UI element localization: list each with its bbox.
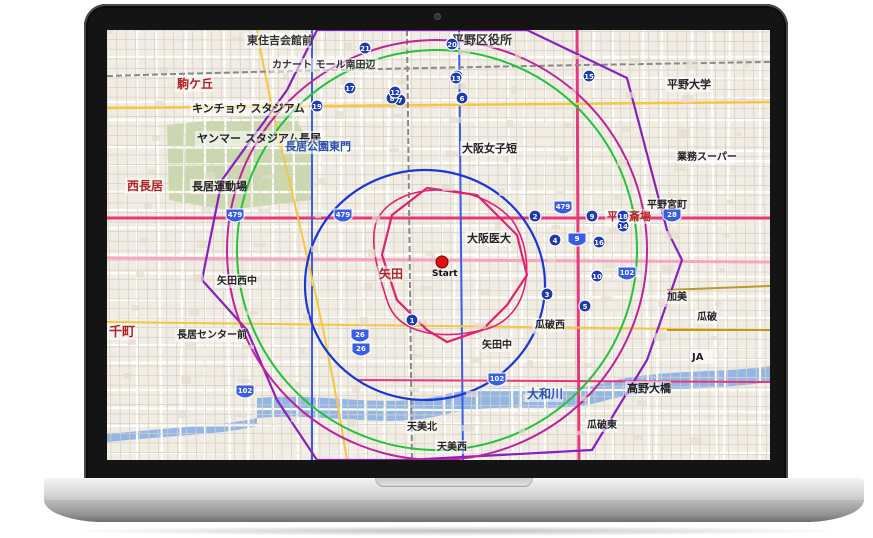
place-label: 矢田 [379,266,403,281]
place-label: 矢田西中 [217,274,257,287]
station-number: 14 [618,223,628,231]
place-label: 高野大橋 [627,381,672,395]
station-number: 6 [460,95,465,103]
laptop-base [44,478,864,532]
station-marker[interactable]: 4 [548,233,562,247]
station-number: 2 [533,213,538,221]
route-badge-label: 102 [620,269,635,277]
station-number: 19 [312,103,322,111]
route-badge-label: 26 [355,331,365,339]
place-label: 瓜破東 [587,418,617,431]
route-badge: 102 [487,372,507,387]
place-label: 千町 [109,324,135,340]
station-number: 1 [410,317,415,325]
place-label: 大阪女子短 [462,141,517,155]
laptop-mockup: 東住吉会館前 平野区役所 カナート モール南田辺 駒ケ丘 キンチョウ スタジアム ヤンマー… [0,0,873,538]
station-number: 5 [583,303,588,311]
station-marker[interactable]: 20 [445,37,459,51]
place-label: 東住吉会館前 [247,33,313,47]
start-dot[interactable] [435,255,449,269]
route-badge: 479 [553,200,573,215]
station-marker[interactable]: 13 [449,71,463,85]
place-label: JA [691,352,704,363]
place-label: 長居センター前 [177,328,247,341]
station-marker[interactable]: 1 [405,313,419,327]
station-marker[interactable]: 3 [540,287,554,301]
station-number: 3 [545,291,550,299]
place-label: 駒ケ丘 [177,76,213,91]
route-badge-label: 479 [556,203,571,211]
place-label: キンチョウ スタジアム [192,102,305,115]
route-badge: 28 [662,208,682,223]
station-number: 18 [618,213,628,221]
station-number: 21 [360,45,370,53]
place-label: 加美 [666,290,688,303]
drop-shadow [60,526,850,536]
station-marker[interactable]: 10 [590,269,604,283]
place-label: 天美西 [437,440,467,453]
station-marker[interactable]: 5 [578,299,592,313]
station-marker[interactable]: 19 [310,99,324,113]
place-label: 長居運動場 [192,179,247,193]
route-badge: 9 [567,232,587,247]
route-badge-label: 9 [575,235,580,243]
station-marker[interactable]: 2 [528,209,542,223]
place-label: 大阪医大 [467,231,511,245]
station-number: 13 [451,75,461,83]
station-number: 12 [390,89,400,97]
station-marker[interactable]: 16 [592,235,606,249]
isochrone-map[interactable]: 東住吉会館前 平野区役所カナート モール南田辺駒ケ丘キンチョウ スタジアムヤンマー… [107,30,770,460]
place-label: 矢田中 [482,338,512,351]
station-number: 9 [590,213,595,221]
station-number: 16 [594,239,604,247]
station-marker[interactable]: 9 [585,209,599,223]
station-marker[interactable]: 6 [455,91,469,105]
route-badge: 479 [225,208,245,223]
route-badge: 479 [333,208,353,223]
station-marker[interactable]: 12 [388,85,402,99]
route-badge: 26 [351,342,371,357]
place-label: 業務スーパー [676,150,737,163]
route-badge-label: 28 [667,211,677,219]
station-marker[interactable]: 18 [616,209,630,223]
station-number: 10 [592,273,602,281]
station-number: 20 [447,41,457,49]
start-label: Start [432,269,458,279]
laptop-lip [44,500,864,522]
place-label: カナート モール南田辺 [272,58,375,71]
station-number: 15 [584,73,594,81]
place-label: 瓜破 [697,310,717,323]
route-badge: 102 [617,266,637,281]
place-label: 西長居 [127,178,163,193]
route-badge-label: 26 [356,345,366,353]
place-label: 瓜破西 [535,318,565,331]
place-label: 長居公園東門 [285,139,351,153]
camera-icon [434,13,441,20]
opening-notch [375,478,533,487]
place-label: 平野大学 [667,77,711,91]
route-badge: 102 [235,384,255,399]
place-label: 大和川 [527,386,563,401]
place-label: 天美北 [407,420,437,433]
route-badge-label: 102 [490,375,505,383]
station-number: 17 [345,85,355,93]
station-marker[interactable]: 15 [582,69,596,83]
station-marker[interactable]: 17 [343,81,357,95]
place-label: 平野区役所 [452,32,512,47]
station-number: 4 [553,237,558,245]
route-badge-label: 479 [228,211,243,219]
route-badge-label: 479 [336,211,351,219]
map-screen[interactable]: 東住吉会館前 平野区役所 カナート モール南田辺 駒ケ丘 キンチョウ スタジアム ヤンマー… [107,30,770,460]
route-badge: 26 [350,328,370,343]
station-marker[interactable]: 21 [358,41,372,55]
route-badge-label: 102 [238,387,253,395]
